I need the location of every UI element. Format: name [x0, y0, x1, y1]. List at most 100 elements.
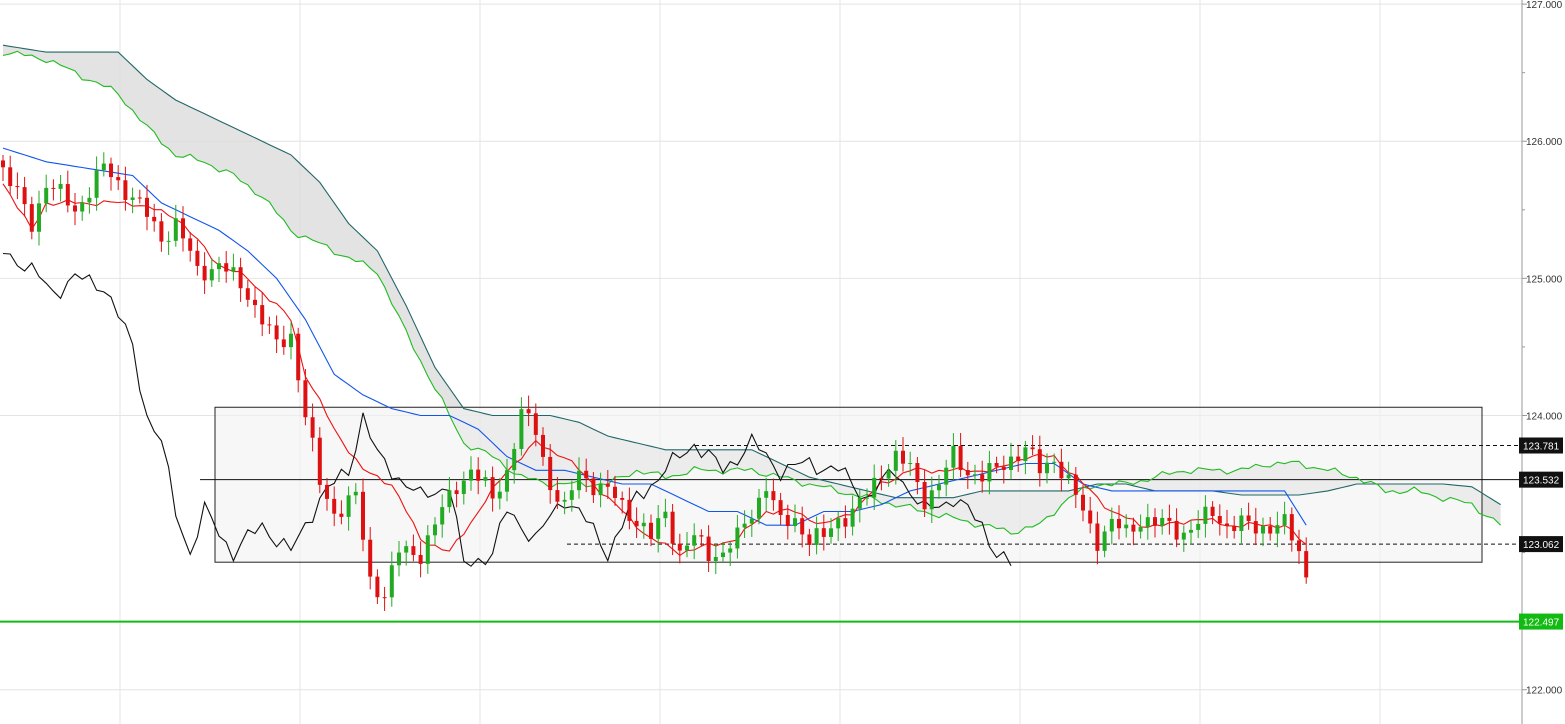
candle-body[interactable] — [461, 480, 466, 495]
candle-body[interactable] — [260, 305, 265, 325]
candle-body[interactable] — [821, 528, 826, 537]
candle-body[interactable] — [1052, 461, 1057, 463]
candle-body[interactable] — [886, 470, 891, 479]
candle-body[interactable] — [980, 474, 985, 482]
candle-body[interactable] — [512, 448, 517, 471]
candle-body[interactable] — [915, 463, 920, 483]
candle-body[interactable] — [663, 511, 668, 519]
candle-body[interactable] — [1145, 517, 1150, 528]
candle-body[interactable] — [1217, 515, 1222, 524]
candle-body[interactable] — [699, 535, 704, 537]
candle-body[interactable] — [1045, 462, 1049, 474]
candle-body[interactable] — [562, 499, 567, 502]
candle-body[interactable] — [1174, 520, 1179, 540]
candle-body[interactable] — [1253, 521, 1258, 534]
candle-body[interactable] — [411, 546, 416, 555]
candle-body[interactable] — [591, 478, 596, 496]
candle-body[interactable] — [339, 513, 344, 517]
candle-body[interactable] — [1153, 517, 1157, 526]
candle-body[interactable] — [1037, 449, 1042, 474]
candle-body[interactable] — [598, 483, 603, 496]
candle-body[interactable] — [310, 417, 315, 438]
candle-body[interactable] — [440, 507, 445, 525]
candle-body[interactable] — [58, 184, 63, 189]
candle-body[interactable] — [296, 333, 301, 381]
candle-body[interactable] — [994, 462, 999, 467]
candle-body[interactable] — [152, 216, 157, 222]
candle-body[interactable] — [533, 413, 538, 435]
candle-body[interactable] — [569, 490, 574, 500]
ichimoku-chart[interactable]: 122.000 124.000 125.000 126.000 127.000 123.… — [0, 0, 1565, 724]
candle-body[interactable] — [1181, 532, 1186, 540]
candle-body[interactable] — [1016, 456, 1021, 462]
candle-body[interactable] — [1073, 474, 1078, 495]
candle-body[interactable] — [332, 498, 337, 514]
candle-body[interactable] — [1275, 525, 1280, 534]
candle-body[interactable] — [1117, 518, 1121, 529]
candle-body[interactable] — [15, 186, 20, 188]
candle-body[interactable] — [173, 218, 178, 241]
candle-body[interactable] — [670, 511, 675, 544]
candle-body[interactable] — [375, 576, 380, 598]
candle-body[interactable] — [677, 543, 682, 551]
candle-body[interactable] — [1210, 506, 1215, 516]
candle-body[interactable] — [231, 267, 236, 272]
candle-body[interactable] — [541, 434, 545, 457]
candle-body[interactable] — [476, 469, 481, 481]
candle-body[interactable] — [346, 495, 351, 517]
candle-body[interactable] — [649, 522, 653, 539]
candle-body[interactable] — [850, 508, 855, 527]
candle-body[interactable] — [130, 197, 135, 200]
candle-body[interactable] — [1167, 517, 1172, 521]
candle-body[interactable] — [627, 499, 632, 521]
chart-canvas[interactable]: 122.000 124.000 125.000 126.000 127.000 123.… — [0, 0, 1565, 724]
candle-body[interactable] — [433, 524, 437, 536]
candle-body[interactable] — [202, 265, 207, 281]
candle-body[interactable] — [245, 288, 250, 300]
candle-body[interactable] — [656, 518, 661, 539]
candle-body[interactable] — [879, 477, 884, 479]
candle-body[interactable] — [692, 535, 697, 546]
candle-body[interactable] — [807, 534, 812, 545]
candle-body[interactable] — [209, 269, 214, 281]
candle-body[interactable] — [893, 450, 898, 471]
candle-body[interactable] — [1261, 526, 1265, 534]
candle-body[interactable] — [793, 518, 797, 527]
candle-body[interactable] — [620, 497, 625, 500]
candle-body[interactable] — [764, 491, 769, 498]
candle-body[interactable] — [937, 484, 941, 491]
candle-body[interactable] — [1282, 514, 1287, 526]
candle-body[interactable] — [742, 523, 747, 528]
candle-body[interactable] — [274, 325, 279, 340]
candle-body[interactable] — [987, 462, 992, 482]
candle-body[interactable] — [872, 477, 877, 498]
candle-body[interactable] — [159, 221, 164, 242]
candle-body[interactable] — [1131, 524, 1136, 532]
candle-body[interactable] — [1239, 515, 1244, 531]
candle-body[interactable] — [713, 556, 718, 561]
candle-body[interactable] — [958, 446, 963, 471]
candle-body[interactable] — [73, 205, 77, 212]
candle-body[interactable] — [497, 491, 502, 499]
candle-body[interactable] — [951, 446, 956, 468]
candle-body[interactable] — [814, 528, 819, 545]
candle-body[interactable] — [44, 187, 49, 204]
candle-body[interactable] — [1066, 474, 1071, 479]
candle-body[interactable] — [454, 490, 459, 495]
candle-body[interactable] — [584, 470, 589, 479]
candle-body[interactable] — [1138, 527, 1143, 532]
candle-body[interactable] — [519, 409, 524, 449]
candle-body[interactable] — [605, 483, 610, 487]
candle-body[interactable] — [361, 491, 365, 540]
candle-body[interactable] — [94, 170, 99, 198]
candle-body[interactable] — [526, 409, 531, 414]
candle-body[interactable] — [109, 163, 113, 178]
candle-body[interactable] — [735, 527, 740, 549]
candle-body[interactable] — [800, 518, 805, 535]
candle-body[interactable] — [217, 263, 221, 270]
candle-body[interactable] — [1030, 447, 1035, 450]
candle-body[interactable] — [1001, 466, 1006, 470]
candle-body[interactable] — [577, 470, 581, 491]
candle-body[interactable] — [1124, 524, 1129, 529]
candle-body[interactable] — [317, 437, 322, 485]
